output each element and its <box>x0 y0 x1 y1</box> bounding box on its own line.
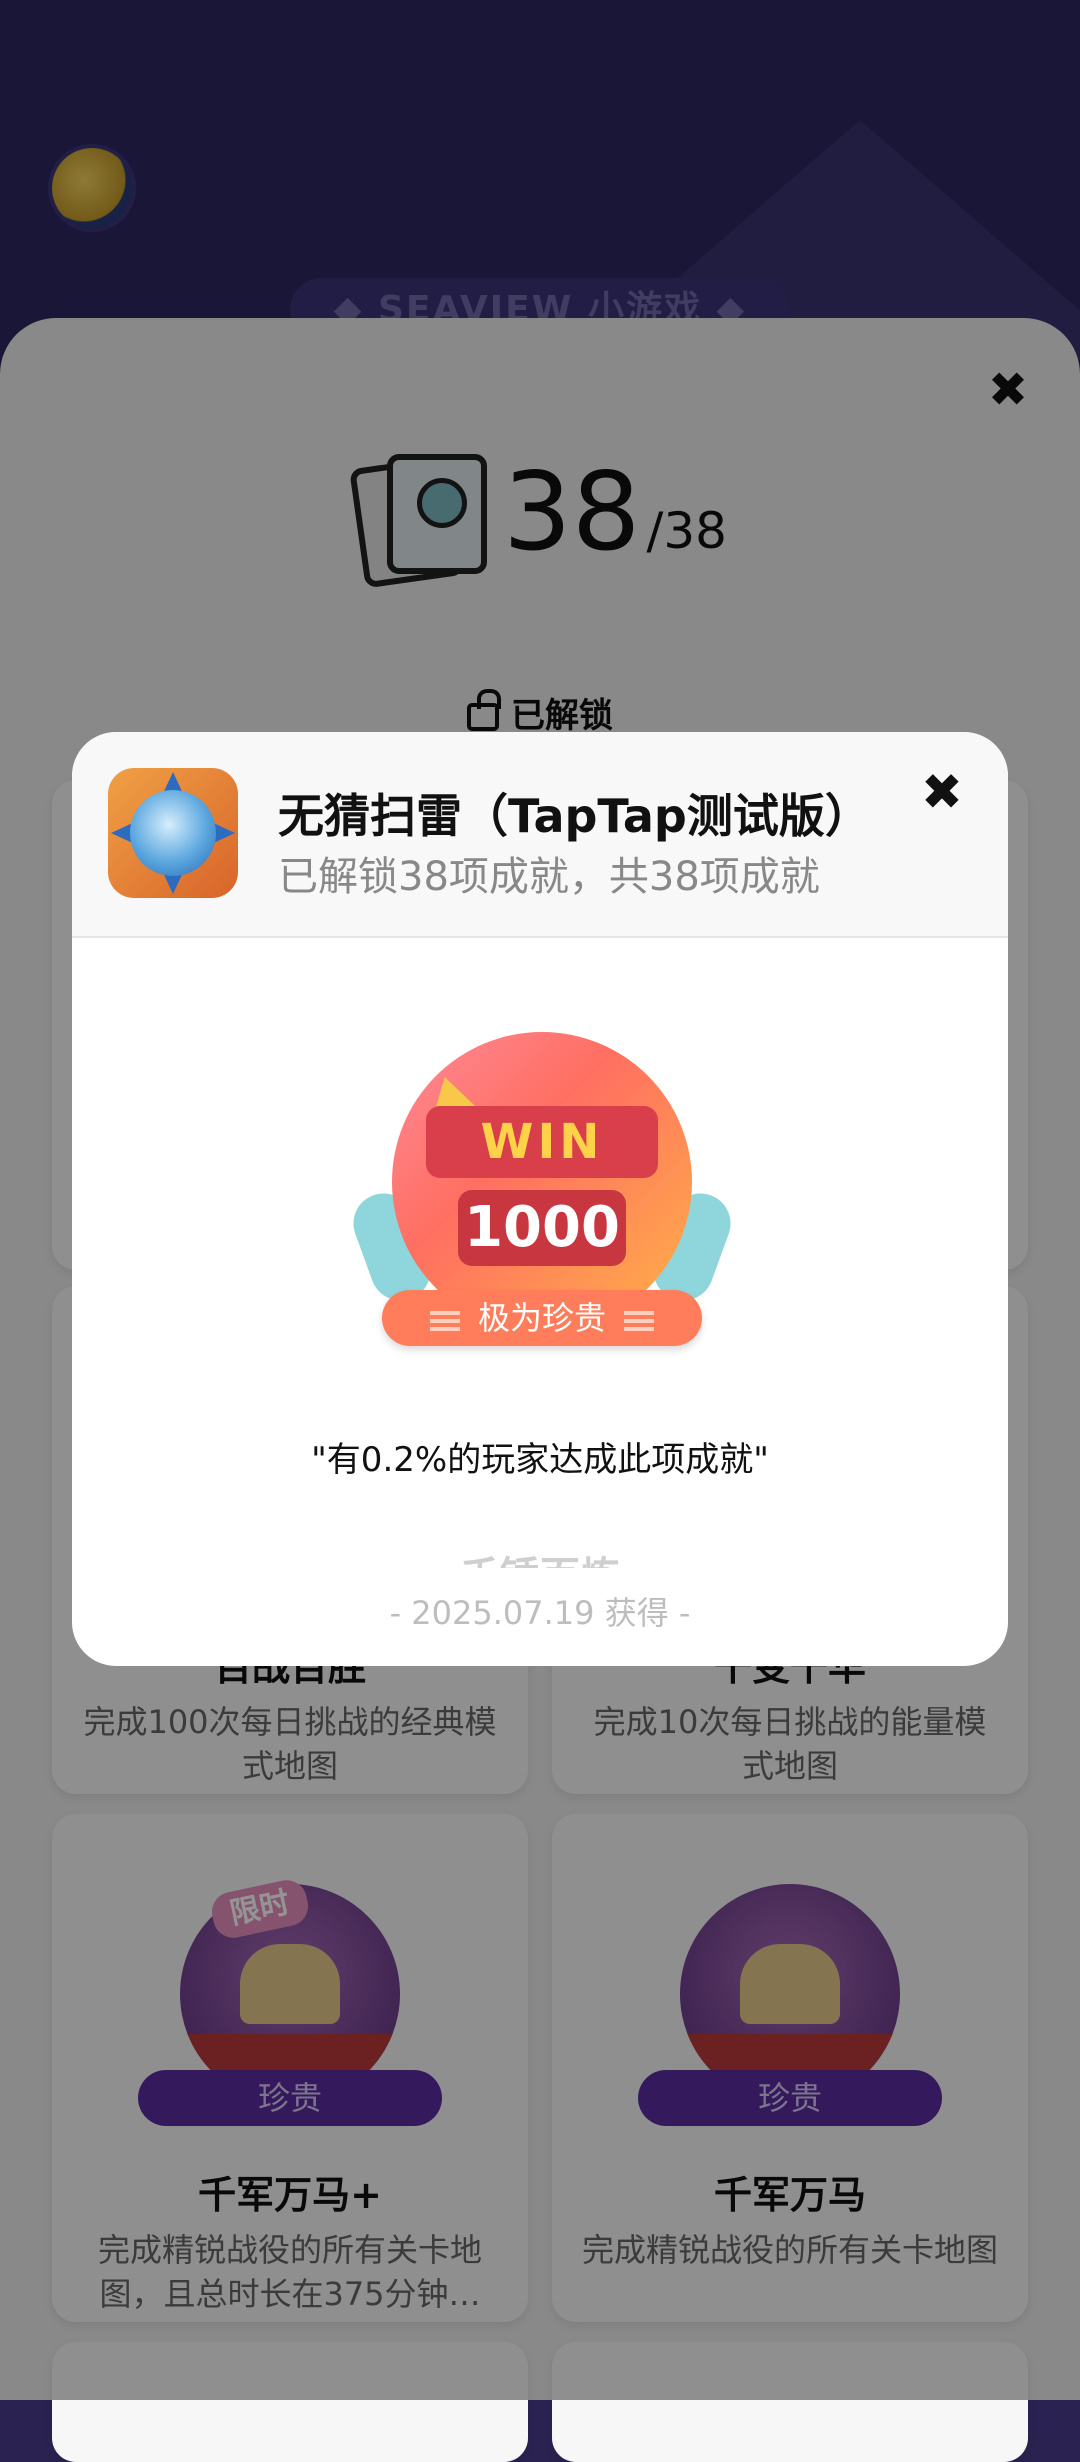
medal-line1: WIN <box>426 1106 658 1178</box>
achievement-detail-modal: 无猜扫雷（TapTap测试版） 已解锁38项成就，共38项成就 ✖ WIN 10… <box>72 732 1008 1666</box>
unlock-summary: 已解锁38项成就，共38项成就 <box>278 854 820 900</box>
achievement-medal: WIN 1000 极为珍贵 <box>344 1032 740 1362</box>
obtained-date: - 2025.07.19 获得 - <box>389 1594 691 1632</box>
game-title: 无猜扫雷（TapTap测试版） <box>278 789 871 843</box>
medal-disk <box>392 1032 692 1332</box>
medal-line2: 1000 <box>458 1190 626 1266</box>
modal-header: 无猜扫雷（TapTap测试版） 已解锁38项成就，共38项成就 ✖ <box>72 732 1008 938</box>
rarity-text: 极为珍贵 <box>477 1299 606 1337</box>
achievement-rarity-quote: "有0.2%的玩家达成此项成就" <box>311 1440 769 1480</box>
close-icon[interactable]: ✖ <box>912 762 972 822</box>
game-icon <box>108 768 238 898</box>
rarity-badge: 极为珍贵 <box>382 1290 702 1346</box>
achievement-name: 千锤百炼 <box>72 1544 1008 1568</box>
